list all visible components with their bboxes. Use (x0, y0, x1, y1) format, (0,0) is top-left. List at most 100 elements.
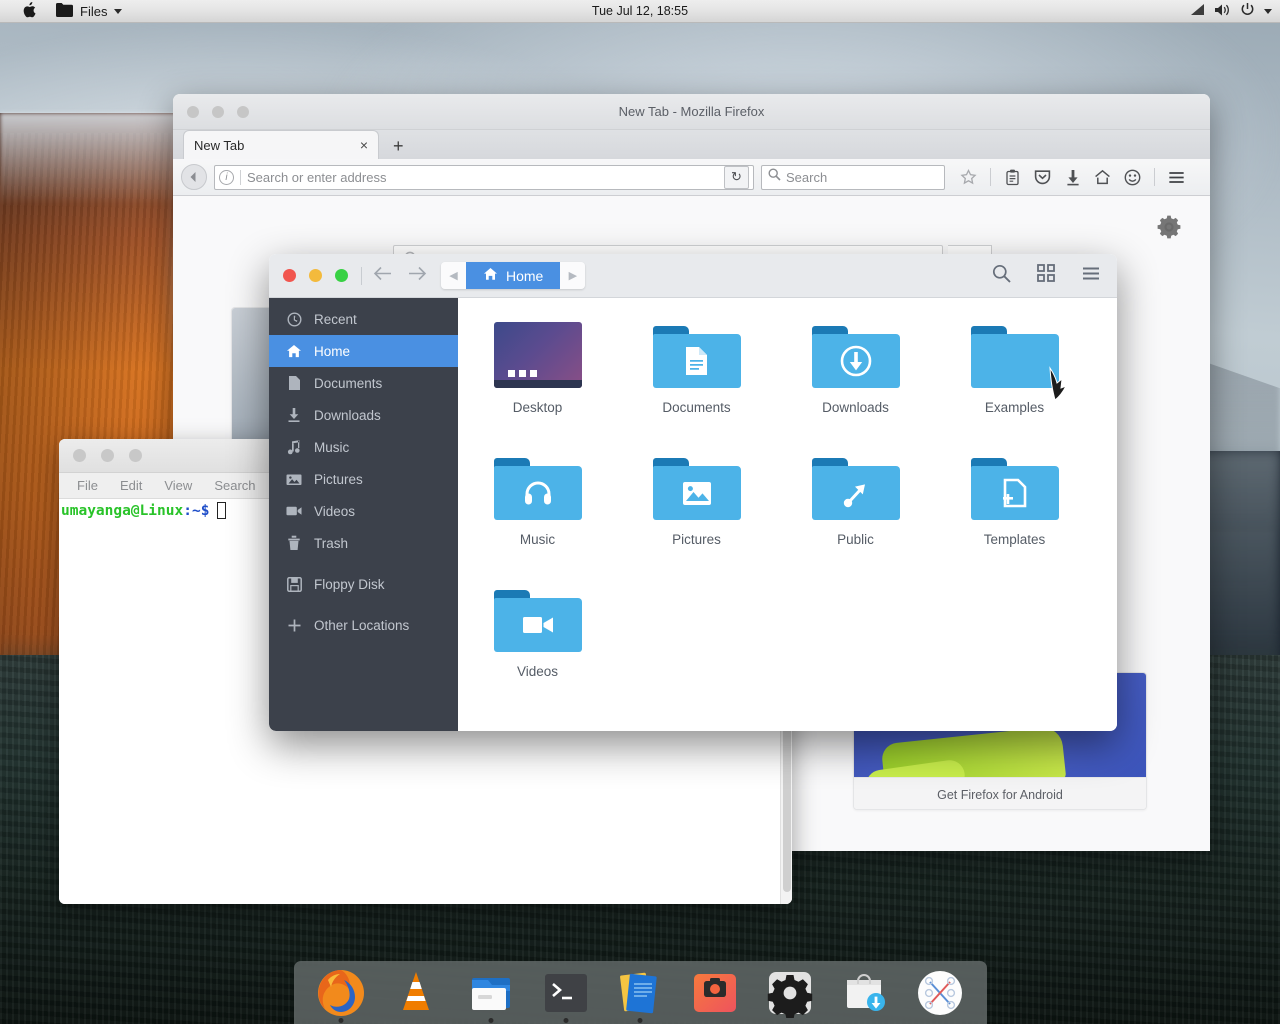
sidebar-item-music[interactable]: Music (269, 431, 458, 463)
menu-edit[interactable]: Edit (120, 478, 142, 493)
sidebar-item-pictures[interactable]: Pictures (269, 463, 458, 495)
file-item-desktop[interactable]: Desktop (458, 320, 617, 452)
dock-item-files[interactable] (463, 965, 519, 1021)
sidebar-item-documents[interactable]: Documents (269, 367, 458, 399)
sidebar-item-downloads[interactable]: Downloads (269, 399, 458, 431)
floppy-disk-icon (286, 577, 302, 592)
tab-label: New Tab (194, 138, 360, 153)
dock-item-settings[interactable] (762, 965, 818, 1021)
hamburger-menu-icon[interactable] (1081, 266, 1101, 286)
search-bar[interactable]: Search (761, 165, 945, 190)
sidebar-item-home[interactable]: Home (269, 335, 458, 367)
file-item-label: Music (520, 532, 555, 547)
file-item-downloads[interactable]: Downloads (776, 320, 935, 452)
firefox-navigation-bar[interactable]: i Search or enter address ↻ Search (173, 159, 1210, 196)
sidebar-item-label: Trash (314, 536, 348, 551)
window-minimize-button[interactable] (101, 449, 114, 462)
sidebar-item-recent[interactable]: Recent (269, 303, 458, 335)
download-icon[interactable] (1064, 169, 1081, 186)
site-info-icon[interactable]: i (219, 170, 234, 185)
clock[interactable]: Tue Jul 12, 18:55 (0, 4, 1280, 18)
firefox-window-title: New Tab - Mozilla Firefox (173, 104, 1210, 119)
signal-strength-icon[interactable] (1190, 3, 1205, 19)
reader-icon[interactable] (1004, 169, 1021, 186)
back-button[interactable] (181, 164, 207, 190)
home-icon[interactable] (1094, 169, 1111, 186)
sidebar-item-floppy-disk[interactable]: Floppy Disk (269, 568, 458, 600)
home-icon (483, 267, 498, 284)
file-item-label: Documents (662, 400, 730, 415)
files-icon-grid[interactable]: Desktop Documents (458, 298, 1117, 731)
file-item-videos[interactable]: Videos (458, 584, 617, 716)
address-bar[interactable]: i Search or enter address ↻ (214, 165, 754, 190)
pocket-icon[interactable] (1034, 169, 1051, 186)
back-button[interactable] (373, 266, 392, 286)
divider (361, 267, 362, 285)
menu-search[interactable]: Search (214, 478, 255, 493)
breadcrumb-prev-button[interactable]: ◀ (441, 262, 466, 289)
search-icon[interactable] (992, 264, 1011, 288)
file-item-label: Examples (985, 400, 1044, 415)
menu-file[interactable]: File (77, 478, 98, 493)
reload-button[interactable]: ↻ (724, 166, 749, 189)
window-maximize-button[interactable] (129, 449, 142, 462)
dock-item-firefox[interactable] (313, 965, 369, 1021)
file-item-public[interactable]: Public (776, 452, 935, 584)
window-minimize-button[interactable] (309, 269, 322, 282)
firefox-titlebar[interactable]: New Tab - Mozilla Firefox (173, 94, 1210, 130)
file-item-documents[interactable]: Documents (617, 320, 776, 452)
search-bar-placeholder: Search (786, 170, 827, 185)
dock-item-vlc[interactable] (388, 965, 444, 1021)
files-header-bar[interactable]: ◀ Home ▶ (269, 254, 1117, 298)
firefox-tab-strip[interactable]: New Tab × + (173, 130, 1210, 159)
close-icon[interactable]: × (360, 138, 368, 152)
breadcrumb-next-button[interactable]: ▶ (560, 262, 585, 289)
new-tab-button[interactable]: + (379, 137, 416, 159)
dock-item-terminal[interactable] (538, 965, 594, 1021)
terminal-icon (541, 968, 591, 1018)
dock-item-software-store[interactable] (837, 965, 893, 1021)
power-icon[interactable] (1240, 2, 1255, 20)
address-bar-placeholder: Search or enter address (247, 170, 718, 185)
dock[interactable] (294, 961, 987, 1024)
menu-view[interactable]: View (164, 478, 192, 493)
forward-button[interactable] (408, 266, 427, 286)
dock-item-screenshot[interactable] (687, 965, 743, 1021)
tab-new-tab[interactable]: New Tab × (183, 130, 379, 159)
file-item-music[interactable]: Music (458, 452, 617, 584)
home-icon (286, 344, 302, 358)
sidebar-item-other-locations[interactable]: Other Locations (269, 609, 458, 641)
file-item-templates[interactable]: Templates (935, 452, 1094, 584)
system-top-bar: Files Tue Jul 12, 18:55 (0, 0, 1280, 23)
folder-video-icon (494, 584, 582, 656)
dock-item-text-editor[interactable] (612, 965, 668, 1021)
gear-icon[interactable] (1156, 214, 1182, 240)
dock-item-scissors-app[interactable] (912, 965, 968, 1021)
sidebar-item-videos[interactable]: Videos (269, 495, 458, 527)
video-camera-icon (286, 505, 302, 517)
file-item-examples[interactable]: Examples (935, 320, 1094, 452)
sidebar-item-label: Recent (314, 312, 357, 327)
volume-icon[interactable] (1214, 3, 1231, 20)
window-close-button[interactable] (73, 449, 86, 462)
smiley-icon[interactable] (1124, 169, 1141, 186)
window-maximize-button[interactable] (335, 269, 348, 282)
scissors-icon (915, 968, 965, 1018)
folder-download-icon (812, 320, 900, 392)
breadcrumb-label: Home (506, 268, 543, 284)
caret-down-icon[interactable] (1264, 9, 1272, 14)
running-indicator (488, 1018, 493, 1023)
file-item-label: Pictures (672, 532, 721, 547)
files-window[interactable]: ◀ Home ▶ (269, 254, 1117, 731)
window-close-button[interactable] (283, 269, 296, 282)
breadcrumb-item-home[interactable]: Home (466, 262, 560, 289)
breadcrumb[interactable]: ◀ Home ▶ (441, 262, 585, 289)
hamburger-menu-icon[interactable] (1168, 169, 1185, 186)
terminal-prompt-symbol: $ (201, 503, 210, 519)
grid-view-icon[interactable] (1037, 264, 1055, 287)
files-sidebar[interactable]: Recent Home Documents Downloads (269, 298, 458, 731)
file-item-pictures[interactable]: Pictures (617, 452, 776, 584)
star-icon[interactable] (960, 169, 977, 186)
sidebar-item-trash[interactable]: Trash (269, 527, 458, 559)
folder-share-icon (812, 452, 900, 524)
